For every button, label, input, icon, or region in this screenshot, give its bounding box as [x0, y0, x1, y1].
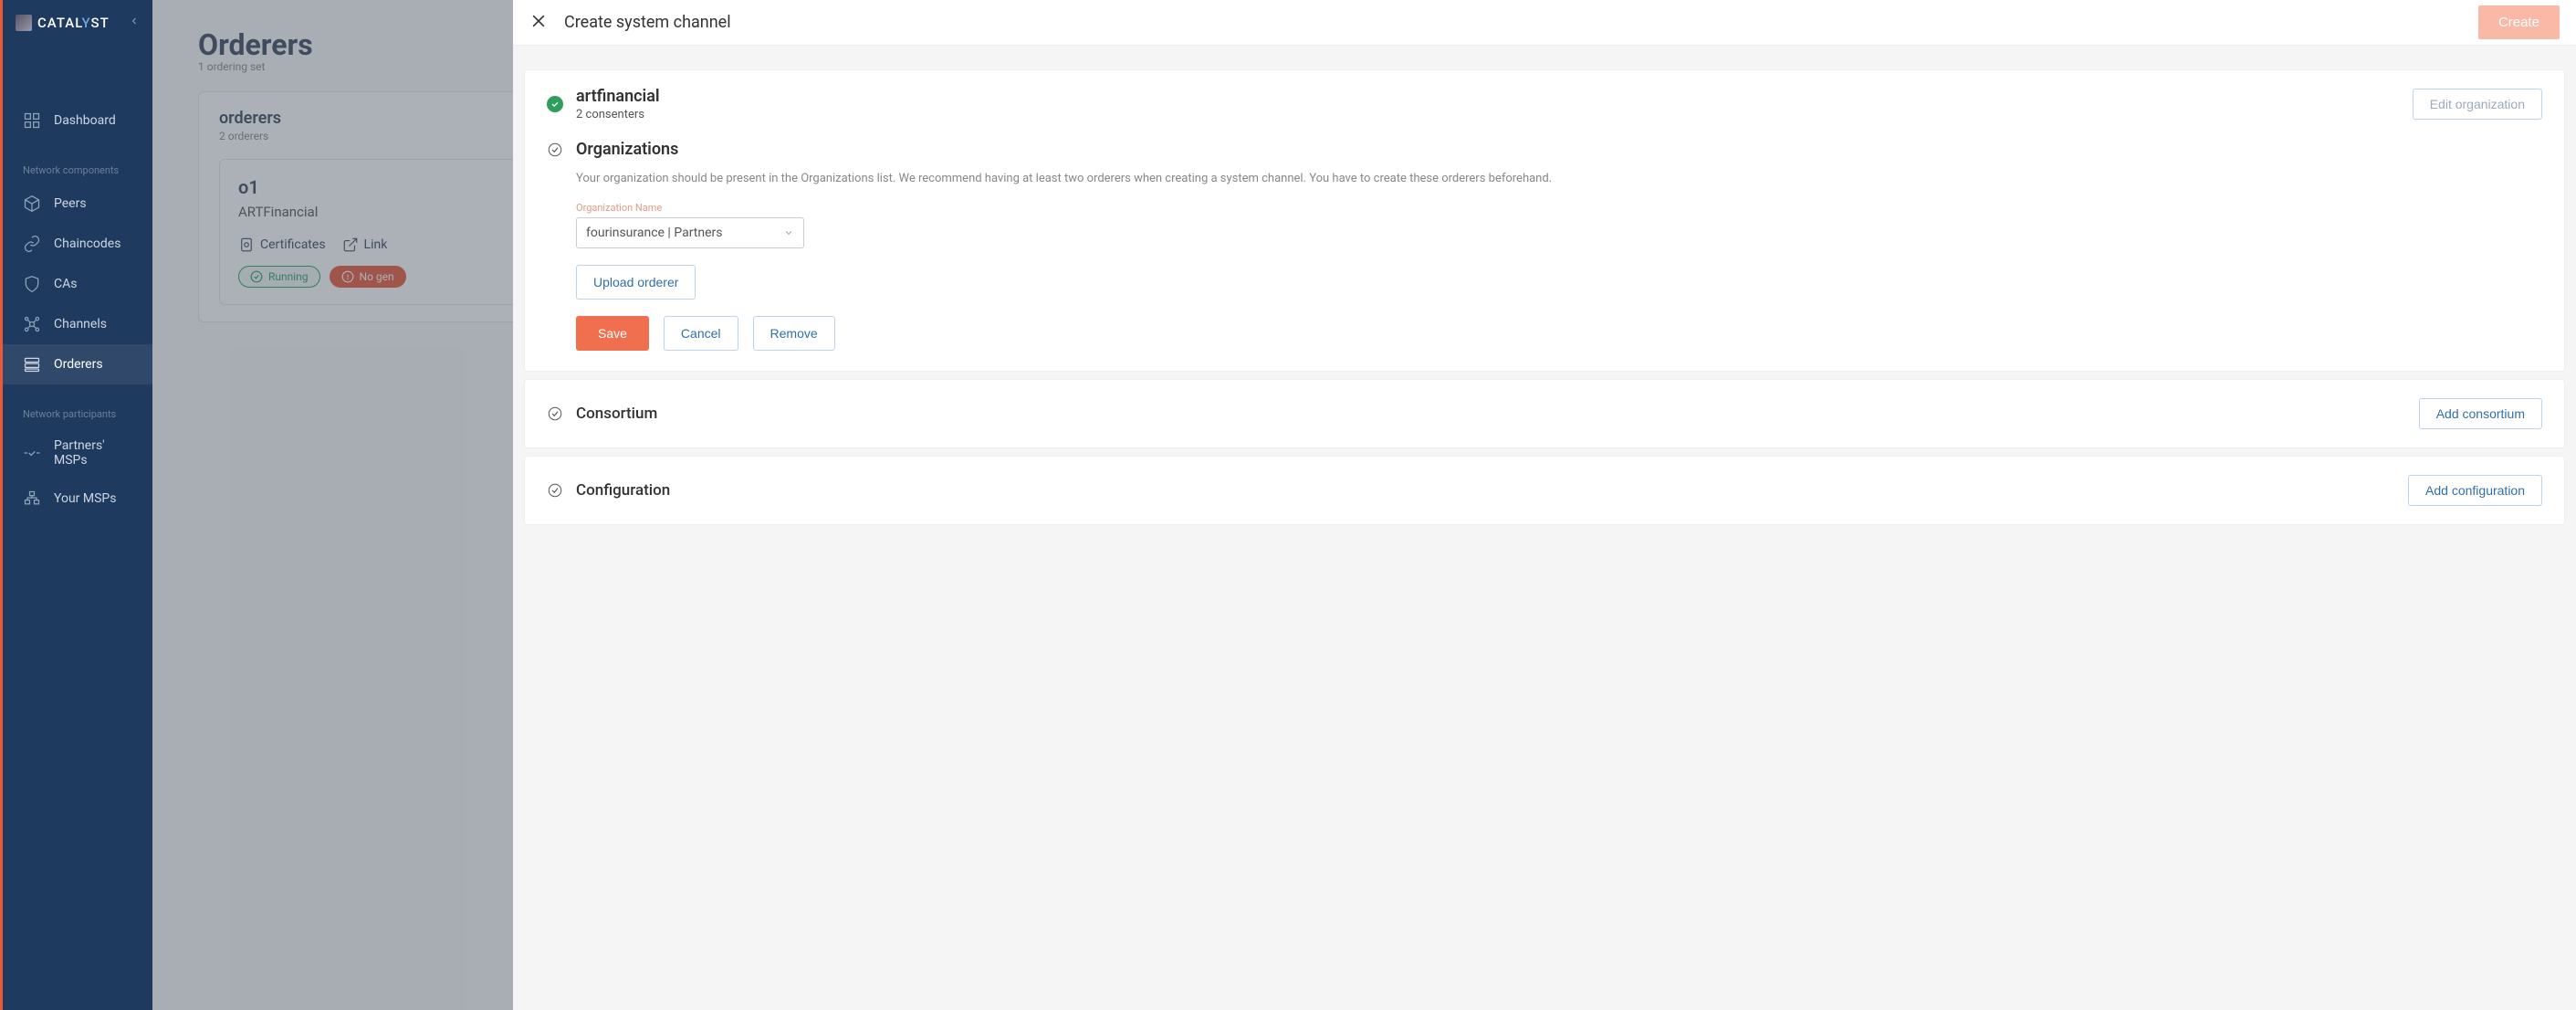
shield-icon — [23, 275, 41, 293]
logo-icon — [16, 15, 32, 31]
edit-organization-button[interactable]: Edit organization — [2413, 89, 2542, 120]
cube-icon — [23, 195, 41, 213]
panel-title: Create system channel — [564, 13, 731, 32]
sidebar-item-peers[interactable]: Peers — [3, 184, 152, 224]
sidebar-item-cas[interactable]: CAs — [3, 264, 152, 304]
sidebar-item-your-msps[interactable]: Your MSPs — [3, 479, 152, 519]
app-logo[interactable]: CATALYST — [16, 15, 110, 31]
check-ring-icon — [547, 482, 563, 499]
check-ring-icon — [547, 405, 563, 422]
logo-text-a: CATAL — [37, 15, 81, 31]
sidebar: CATALYST Dashboard Network components Pe… — [0, 0, 152, 1010]
org-summary-section: artfinancial 2 consenters Edit organizat… — [524, 69, 2565, 372]
sidebar-item-label: CAs — [54, 277, 77, 291]
logo-text: CATALYST — [37, 15, 110, 31]
sidebar-item-label: Peers — [54, 196, 87, 211]
sidebar-item-orderers[interactable]: Orderers — [3, 344, 152, 384]
org-name: artfinancial — [576, 87, 660, 106]
organizations-title: Organizations — [576, 140, 678, 159]
chevron-left-icon[interactable] — [129, 16, 140, 30]
stack-icon — [23, 355, 41, 373]
check-ring-icon — [547, 142, 563, 158]
sidebar-header: CATALYST — [3, 0, 152, 46]
grid-icon — [23, 111, 41, 130]
main-area: Orderers 1 ordering set orderers 2 order… — [152, 0, 2576, 1010]
sidebar-item-label: Chaincodes — [54, 237, 120, 251]
organizations-help: Your organization should be present in t… — [576, 172, 2542, 185]
consortium-section: Consortium Add consortium — [524, 379, 2565, 448]
network-icon — [23, 315, 41, 333]
create-button[interactable]: Create — [2478, 5, 2560, 39]
link-icon — [23, 235, 41, 253]
sidebar-item-label: Orderers — [54, 357, 103, 372]
consortium-title: Consortium — [576, 405, 657, 423]
sidebar-section-participants: Network participants — [3, 401, 152, 427]
sidebar-item-dashboard[interactable]: Dashboard — [3, 100, 152, 141]
add-configuration-button[interactable]: Add configuration — [2408, 475, 2542, 506]
sidebar-item-label: Partners' MSPs — [54, 438, 132, 468]
configuration-section: Configuration Add configuration — [524, 456, 2565, 525]
logo-text-b: ST — [91, 15, 110, 31]
remove-button[interactable]: Remove — [753, 316, 835, 351]
logo-text-y: Y — [81, 15, 90, 31]
close-icon — [529, 12, 548, 30]
chevron-down-icon — [783, 227, 794, 238]
handshake-icon — [23, 444, 41, 462]
org-icon — [23, 489, 41, 508]
upload-orderer-button[interactable]: Upload orderer — [576, 265, 696, 300]
sidebar-item-chaincodes[interactable]: Chaincodes — [3, 224, 152, 264]
add-consortium-button[interactable]: Add consortium — [2419, 398, 2542, 429]
org-name-field-label: Organization Name — [576, 202, 2542, 214]
sidebar-item-partners-msps[interactable]: Partners' MSPs — [3, 427, 152, 479]
sidebar-item-channels[interactable]: Channels — [3, 304, 152, 344]
sidebar-item-label: Channels — [54, 317, 107, 331]
save-button[interactable]: Save — [576, 316, 649, 351]
cancel-button[interactable]: Cancel — [664, 316, 738, 351]
check-badge-icon — [547, 96, 563, 112]
sidebar-item-label: Your MSPs — [54, 491, 116, 506]
create-channel-panel: Create system channel Create artfinancia… — [513, 0, 2576, 1010]
select-value: fourinsurance | Partners — [586, 226, 723, 240]
sidebar-item-label: Dashboard — [54, 113, 116, 128]
sidebar-section-components: Network components — [3, 157, 152, 184]
configuration-title: Configuration — [576, 481, 670, 500]
panel-header: Create system channel Create — [513, 0, 2576, 46]
close-button[interactable] — [529, 12, 548, 34]
organization-name-select[interactable]: fourinsurance | Partners — [576, 217, 804, 248]
org-consenters: 2 consenters — [576, 108, 660, 121]
